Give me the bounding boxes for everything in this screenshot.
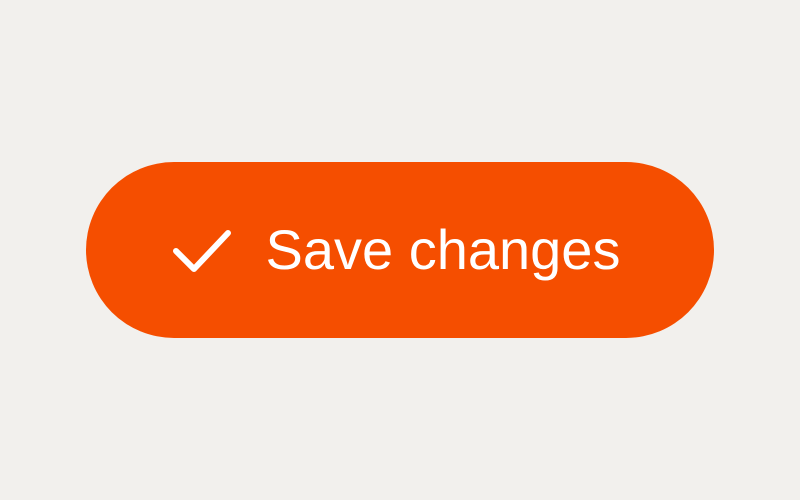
save-changes-label: Save changes xyxy=(265,218,621,281)
checkmark-icon xyxy=(172,227,232,275)
save-changes-button[interactable]: Save changes xyxy=(86,162,714,338)
